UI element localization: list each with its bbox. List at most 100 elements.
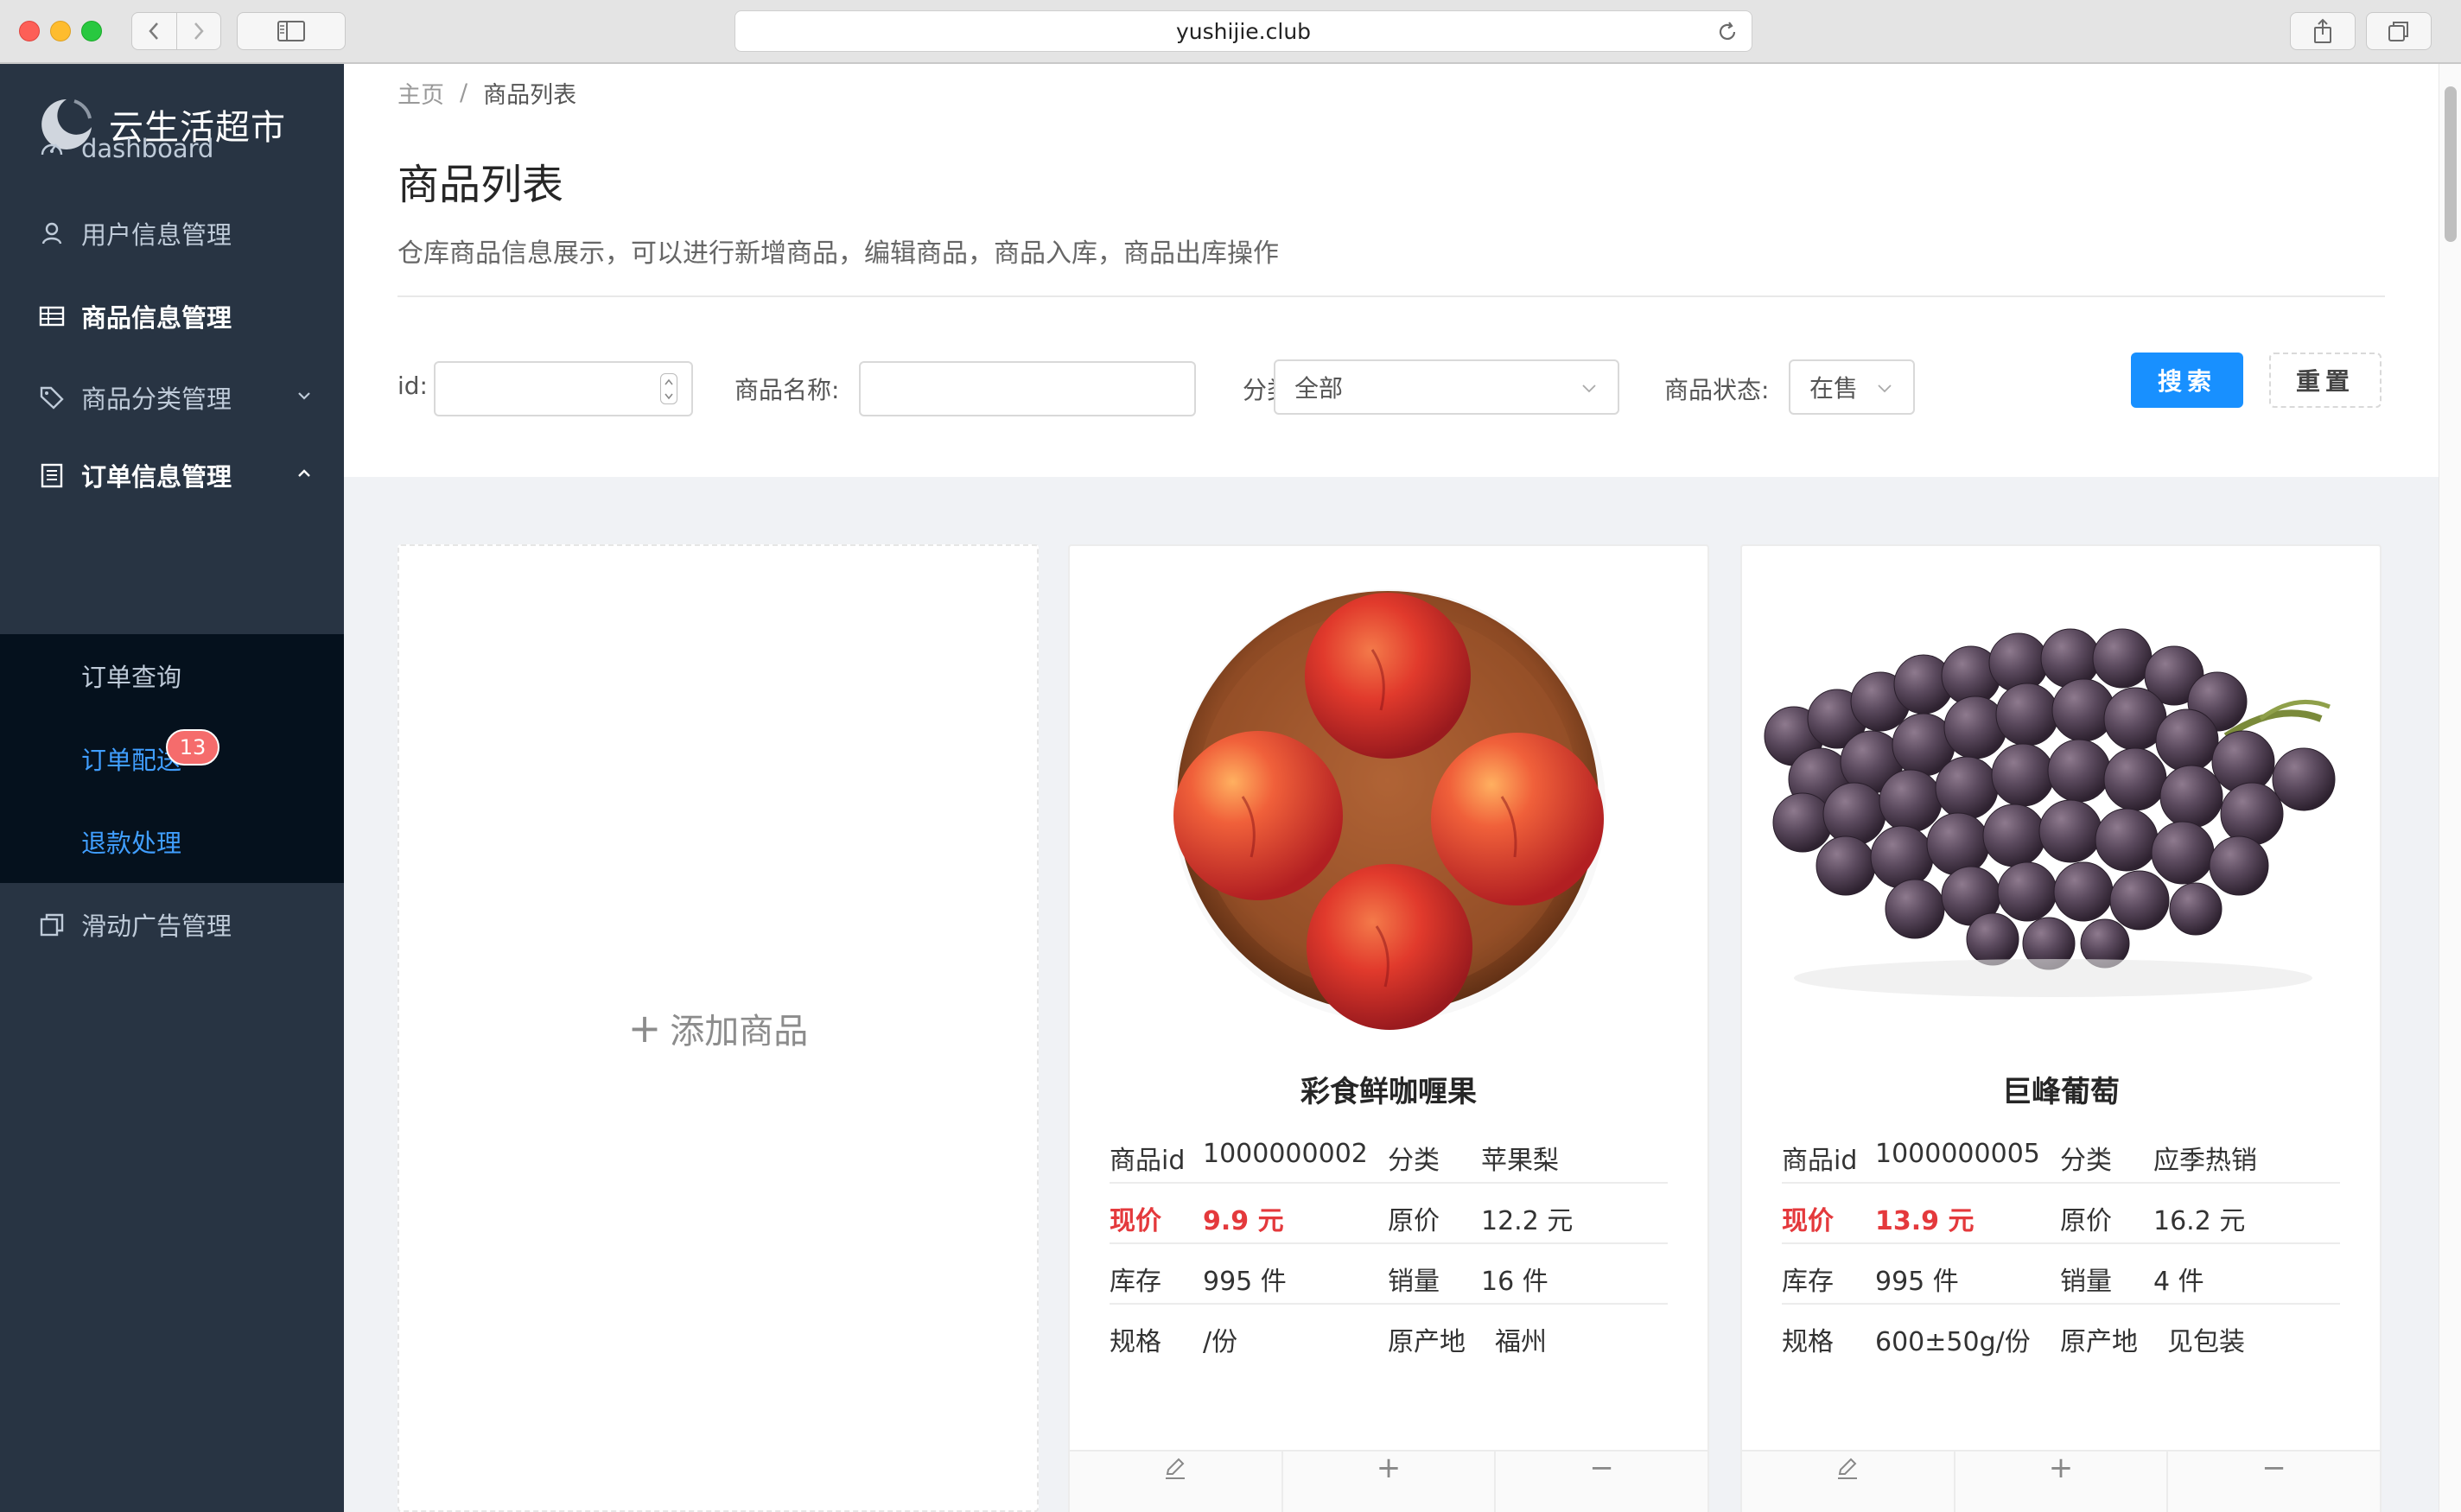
zoom-window-button[interactable] — [81, 21, 102, 41]
sidebar-item-dashboard[interactable]: dashboard — [0, 107, 344, 190]
spec-label: 现价 — [1782, 1206, 1834, 1236]
spec-label: 现价 — [1110, 1206, 1161, 1236]
id-filter-label: id: — [397, 372, 428, 400]
page-scrollbar[interactable] — [2439, 64, 2461, 1512]
breadcrumb-separator: / — [460, 79, 468, 106]
scrollbar-thumb[interactable] — [2445, 86, 2457, 242]
product-price: 13.9 元 — [1875, 1206, 1975, 1236]
product-image-peaches — [1173, 589, 1606, 1030]
plus-icon: + — [627, 1005, 662, 1051]
submenu-item-order-delivery[interactable]: 订单配送 13 — [0, 717, 344, 800]
chevron-up-icon — [298, 469, 310, 477]
address-bar[interactable]: yushijie.club — [734, 10, 1752, 52]
sidebar-item-orders[interactable]: 订单信息管理 — [0, 434, 344, 517]
breadcrumb-home-link[interactable]: 主页 — [397, 76, 444, 110]
product-category: 苹果梨 — [1481, 1146, 1559, 1176]
spec-row: 现价 13.9 元 原价 16.2 元 — [1782, 1184, 2340, 1244]
number-stepper[interactable] — [660, 373, 677, 404]
spec-row: 商品id 1000000005 分类 应季热销 — [1782, 1123, 2340, 1184]
product-sales: 16 件 — [1481, 1267, 1548, 1297]
url-text: yushijie.club — [1175, 18, 1312, 44]
table-icon — [38, 302, 66, 330]
category-select[interactable]: 全部 — [1274, 359, 1619, 415]
sidebar-item-categories[interactable]: 商品分类管理 — [0, 356, 344, 439]
header-divider — [397, 295, 2385, 297]
spec-label: 规格 — [1782, 1327, 1834, 1357]
submenu-item-refunds[interactable]: 退款处理 — [0, 800, 344, 883]
product-id: 1000000005 — [1875, 1139, 2040, 1169]
minus-icon: − — [2261, 1451, 2286, 1485]
dashboard-icon — [38, 135, 66, 162]
browser-toolbar: yushijie.club — [0, 0, 2461, 64]
search-button[interactable]: 搜索 — [2131, 353, 2243, 408]
delivery-count-badge: 13 — [166, 729, 219, 766]
share-button[interactable] — [2290, 12, 2356, 50]
close-window-button[interactable] — [19, 21, 40, 41]
add-product-card[interactable]: + 添加商品 — [397, 544, 1039, 1512]
minimize-window-button[interactable] — [50, 21, 71, 41]
status-select-value: 在售 — [1809, 374, 1859, 403]
stock-out-button[interactable]: − — [2166, 1451, 2380, 1512]
sidebar-toggle-button[interactable] — [237, 12, 346, 50]
category-filter-label: 分类 — [1243, 376, 1277, 404]
chevron-down-icon — [1878, 384, 1892, 393]
share-icon — [2314, 18, 2331, 43]
orders-submenu: 订单查询 订单配送 13 退款处理 — [0, 634, 344, 883]
status-select[interactable]: 在售 — [1789, 359, 1915, 415]
minus-icon: − — [1589, 1451, 1614, 1485]
product-name: 巨峰葡萄 — [2002, 1075, 2120, 1109]
submenu-item-order-query[interactable]: 订单查询 — [0, 634, 344, 717]
chevron-right-icon — [194, 22, 204, 40]
name-filter-input[interactable] — [859, 361, 1196, 416]
card-actions: + − — [1740, 1450, 2382, 1512]
reset-button[interactable]: 重置 — [2269, 353, 2382, 408]
plus-icon: + — [1376, 1451, 1402, 1485]
submenu-item-label: 订单查询 — [81, 663, 182, 692]
sidebar-item-products[interactable]: 商品信息管理 — [0, 275, 344, 358]
forward-button[interactable] — [175, 13, 221, 49]
sidebar-icon — [277, 21, 305, 41]
product-card: 彩食鲜咖喱果 商品id 1000000002 分类 苹果梨 现价 9.9 元 原… — [1068, 544, 1709, 1512]
product-spec-table: 商品id 1000000005 分类 应季热销 现价 13.9 元 原价 16.… — [1782, 1123, 2340, 1365]
spec-label: 原产地 — [1388, 1327, 1466, 1357]
category-select-value: 全部 — [1294, 374, 1344, 403]
spec-row: 规格 600±50g/份 原产地 见包装 — [1782, 1305, 2340, 1365]
caret-up-icon — [665, 378, 673, 384]
tab-overview-button[interactable] — [2366, 12, 2432, 50]
back-button[interactable] — [132, 13, 176, 49]
product-category: 应季热销 — [2153, 1146, 2257, 1176]
stock-in-button[interactable]: + — [1281, 1451, 1495, 1512]
breadcrumb-current: 商品列表 — [483, 82, 577, 109]
stock-out-button[interactable]: − — [1494, 1451, 1707, 1512]
edit-icon — [1838, 1458, 1858, 1479]
chevron-left-icon — [149, 22, 159, 40]
app-sidebar: 云生活超市 dashboard 用户信息管理 商品信息管理 商品分类管理 订单信… — [0, 64, 344, 1512]
sidebar-item-carousel-ads[interactable]: 滑动广告管理 — [0, 883, 344, 966]
tag-icon — [38, 384, 66, 411]
spec-label: 原价 — [1388, 1206, 1440, 1236]
edit-product-button[interactable] — [1742, 1452, 1954, 1512]
product-id: 1000000002 — [1203, 1139, 1368, 1169]
product-stock: 995 件 — [1203, 1267, 1287, 1297]
stock-in-button[interactable]: + — [1953, 1451, 2167, 1512]
product-spec: /份 — [1203, 1327, 1238, 1357]
spec-label: 销量 — [1388, 1267, 1440, 1297]
sidebar-item-label: 订单信息管理 — [81, 462, 232, 492]
product-spec-table: 商品id 1000000002 分类 苹果梨 现价 9.9 元 原价 12.2 … — [1110, 1123, 1668, 1365]
spec-row: 商品id 1000000002 分类 苹果梨 — [1110, 1123, 1668, 1184]
product-origin: 见包装 — [2167, 1327, 2245, 1357]
reload-icon[interactable] — [1715, 20, 1739, 44]
id-filter-input[interactable] — [434, 361, 693, 416]
edit-product-button[interactable] — [1070, 1452, 1281, 1512]
chevron-down-icon — [298, 392, 310, 400]
product-original-price: 16.2 元 — [2153, 1206, 2246, 1236]
spec-label: 原价 — [2060, 1206, 2112, 1236]
spec-row: 库存 995 件 销量 4 件 — [1782, 1244, 2340, 1305]
spec-row: 现价 9.9 元 原价 12.2 元 — [1110, 1184, 1668, 1244]
sidebar-item-label: 用户信息管理 — [81, 220, 232, 250]
sidebar-item-users[interactable]: 用户信息管理 — [0, 192, 344, 275]
spec-label: 分类 — [2060, 1146, 2112, 1176]
chevron-down-icon — [1582, 384, 1596, 393]
spec-label: 商品id — [1110, 1146, 1186, 1176]
plus-icon: + — [2048, 1451, 2074, 1485]
